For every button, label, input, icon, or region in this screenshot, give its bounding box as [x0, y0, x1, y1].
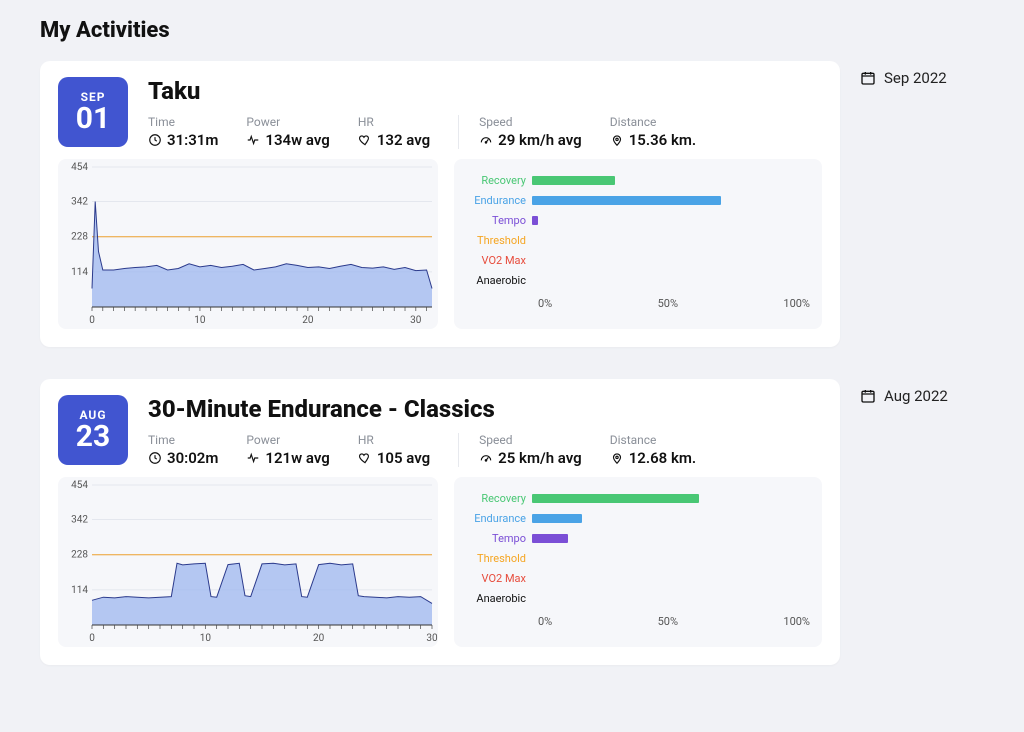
- svg-text:30: 30: [426, 633, 438, 644]
- svg-text:20: 20: [302, 315, 314, 326]
- zone-label: VO2 Max: [462, 572, 532, 585]
- svg-text:228: 228: [71, 550, 88, 561]
- stat-label-time: Time: [148, 115, 218, 129]
- zone-chart: Recovery Endurance Tempo Threshold VO2 Max An…: [454, 477, 822, 647]
- zone-label: VO2 Max: [462, 254, 532, 267]
- stat-label-speed: Speed: [479, 115, 582, 129]
- svg-text:30: 30: [410, 315, 422, 326]
- stat-label-power: Power: [246, 115, 329, 129]
- stat-label-distance: Distance: [610, 433, 696, 447]
- gauge-icon: [479, 451, 493, 465]
- date-badge: AUG 23: [58, 395, 128, 465]
- power-chart: 114 228 342 454 0 10 20 30: [58, 159, 438, 329]
- stat-value-time: 31:31m: [167, 131, 218, 149]
- svg-text:10: 10: [194, 315, 206, 326]
- zone-axis-tick: 50%: [658, 297, 678, 310]
- stat-value-speed: 29 km/h avg: [498, 131, 582, 149]
- zone-label: Anaerobic: [462, 274, 532, 287]
- activity-title[interactable]: Taku: [148, 77, 822, 105]
- stat-value-time: 30:02m: [167, 449, 218, 467]
- date-day: 01: [76, 104, 110, 134]
- stat-value-distance: 12.68 km.: [629, 449, 696, 467]
- stat-value-power: 134w avg: [265, 131, 329, 149]
- stat-label-distance: Distance: [610, 115, 696, 129]
- svg-text:20: 20: [313, 633, 325, 644]
- activity-title[interactable]: 30-Minute Endurance - Classics: [148, 395, 822, 423]
- stat-label-time: Time: [148, 433, 218, 447]
- zone-axis-tick: 0%: [538, 615, 552, 628]
- month-group-label: Aug 2022: [860, 379, 948, 405]
- svg-text:114: 114: [71, 585, 88, 596]
- clock-icon: [148, 451, 162, 465]
- stat-label-hr: HR: [358, 433, 430, 447]
- power-chart: 114 228 342 454 0 10 20 30: [58, 477, 438, 647]
- zone-label: Anaerobic: [462, 592, 532, 605]
- heart-icon: [358, 133, 372, 147]
- date-day: 23: [76, 422, 110, 452]
- zone-label: Recovery: [462, 174, 532, 187]
- gauge-icon: [479, 133, 493, 147]
- svg-text:454: 454: [71, 162, 88, 173]
- stat-value-distance: 15.36 km.: [629, 131, 696, 149]
- activity-card[interactable]: AUG 23 30-Minute Endurance - Classics Ti…: [40, 379, 840, 665]
- zone-label: Threshold: [462, 234, 532, 247]
- stat-label-hr: HR: [358, 115, 430, 129]
- clock-icon: [148, 133, 162, 147]
- svg-text:342: 342: [71, 197, 88, 208]
- month-group-text: Sep 2022: [884, 69, 947, 87]
- zone-axis-tick: 50%: [658, 615, 678, 628]
- svg-text:342: 342: [71, 515, 88, 526]
- zone-axis-tick: 0%: [538, 297, 552, 310]
- svg-text:114: 114: [71, 267, 88, 278]
- pulse-icon: [246, 451, 260, 465]
- stat-label-speed: Speed: [479, 433, 582, 447]
- zone-label: Recovery: [462, 492, 532, 505]
- zone-label: Threshold: [462, 552, 532, 565]
- stats-divider: [458, 433, 459, 467]
- svg-text:10: 10: [200, 633, 212, 644]
- svg-text:454: 454: [71, 480, 88, 491]
- zone-axis-tick: 100%: [783, 615, 810, 628]
- zone-label: Tempo: [462, 532, 532, 545]
- svg-text:0: 0: [89, 633, 95, 644]
- stat-value-hr: 105 avg: [377, 449, 430, 467]
- month-group-label: Sep 2022: [860, 61, 947, 87]
- stats-divider: [458, 115, 459, 149]
- page-title: My Activities: [40, 18, 984, 43]
- date-badge: SEP 01: [58, 77, 128, 147]
- activity-stats: Time 31:31m Power 134w avg HR 132 avg: [148, 115, 822, 149]
- calendar-icon: [860, 388, 876, 404]
- zone-label: Endurance: [462, 512, 532, 525]
- activity-stats: Time 30:02m Power 121w avg HR 105 avg: [148, 433, 822, 467]
- svg-text:0: 0: [89, 315, 95, 326]
- pulse-icon: [246, 133, 260, 147]
- stat-value-hr: 132 avg: [377, 131, 430, 149]
- stat-label-power: Power: [246, 433, 329, 447]
- zone-label: Endurance: [462, 194, 532, 207]
- stat-value-power: 121w avg: [265, 449, 329, 467]
- pin-icon: [610, 133, 624, 147]
- heart-icon: [358, 451, 372, 465]
- svg-text:228: 228: [71, 232, 88, 243]
- zone-chart: Recovery Endurance Tempo Threshold VO2 Max An…: [454, 159, 822, 329]
- zone-label: Tempo: [462, 214, 532, 227]
- pin-icon: [610, 451, 624, 465]
- activity-card[interactable]: SEP 01 Taku Time 31:31m Power 134w avg: [40, 61, 840, 347]
- zone-axis-tick: 100%: [783, 297, 810, 310]
- calendar-icon: [860, 70, 876, 86]
- stat-value-speed: 25 km/h avg: [498, 449, 582, 467]
- month-group-text: Aug 2022: [884, 387, 948, 405]
